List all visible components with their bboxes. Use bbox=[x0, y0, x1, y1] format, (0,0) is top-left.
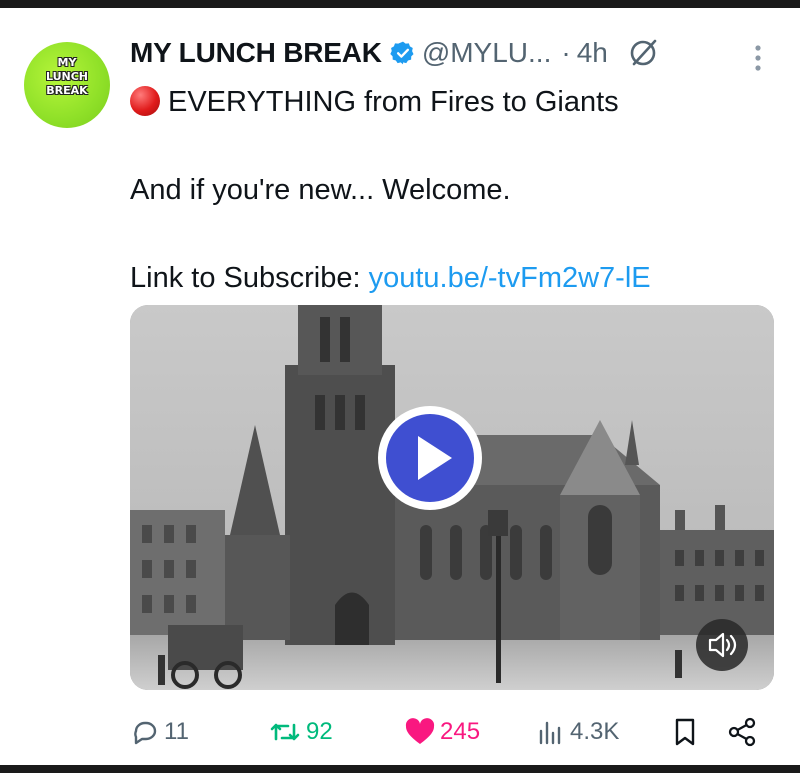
views-button[interactable]: 4.3K bbox=[536, 710, 619, 754]
avatar[interactable]: MY LUNCH BREAK bbox=[24, 42, 110, 128]
tweet-card: MY LUNCH BREAK MY LUNCH BREAK @MYLU... ·… bbox=[0, 8, 800, 765]
reply-icon bbox=[134, 721, 157, 745]
hidden-eye-icon[interactable] bbox=[626, 36, 660, 70]
share-icon bbox=[728, 717, 756, 747]
avatar-text-line: BREAK bbox=[46, 84, 88, 97]
more-vertical-icon[interactable] bbox=[748, 38, 768, 78]
author-handle[interactable]: @MYLU... bbox=[422, 37, 552, 69]
play-icon bbox=[386, 414, 474, 502]
views-icon bbox=[539, 721, 561, 745]
tweet-line-1: EVERYTHING from Fires to Giants bbox=[130, 80, 770, 124]
red-circle-emoji-icon bbox=[130, 86, 160, 116]
tweet-header: MY LUNCH BREAK @MYLU... · 4h bbox=[130, 28, 660, 78]
bookmark-icon bbox=[675, 718, 695, 746]
avatar-text-line: MY bbox=[57, 56, 77, 69]
tweet-line-1-text: EVERYTHING from Fires to Giants bbox=[168, 86, 619, 118]
view-count: 4.3K bbox=[570, 718, 620, 745]
repost-icon bbox=[270, 723, 300, 741]
repost-count: 92 bbox=[306, 718, 333, 745]
bookmark-button[interactable] bbox=[670, 710, 704, 754]
author-name[interactable]: MY LUNCH BREAK bbox=[130, 37, 382, 69]
verified-badge-icon bbox=[390, 41, 414, 65]
link-prefix: Link to Subscribe: bbox=[130, 262, 369, 294]
avatar-logo: MY LUNCH BREAK bbox=[34, 56, 100, 98]
subscribe-link[interactable]: youtu.be/-tvFm2w7-lE bbox=[369, 262, 651, 294]
play-button[interactable] bbox=[378, 406, 482, 510]
tweet-text: EVERYTHING from Fires to Giants And if y… bbox=[130, 80, 770, 300]
reply-count: 11 bbox=[164, 718, 189, 745]
volume-icon bbox=[708, 632, 737, 658]
repost-button[interactable]: 92 bbox=[268, 710, 333, 754]
reply-button[interactable]: 11 bbox=[130, 710, 189, 754]
share-button[interactable] bbox=[726, 710, 762, 754]
timestamp[interactable]: 4h bbox=[577, 37, 608, 69]
volume-button[interactable] bbox=[696, 619, 748, 671]
like-button[interactable]: 245 bbox=[404, 710, 480, 754]
like-count: 245 bbox=[440, 718, 481, 745]
tweet-line-2: And if you're new... Welcome. bbox=[130, 174, 511, 206]
separator-dot: · bbox=[561, 37, 571, 68]
action-bar: 11 92 245 4.3K bbox=[130, 710, 770, 754]
like-icon bbox=[405, 718, 435, 744]
tweet-line-3: Link to Subscribe: youtu.be/-tvFm2w7-lE bbox=[130, 256, 770, 300]
avatar-text-line: LUNCH bbox=[45, 70, 89, 83]
